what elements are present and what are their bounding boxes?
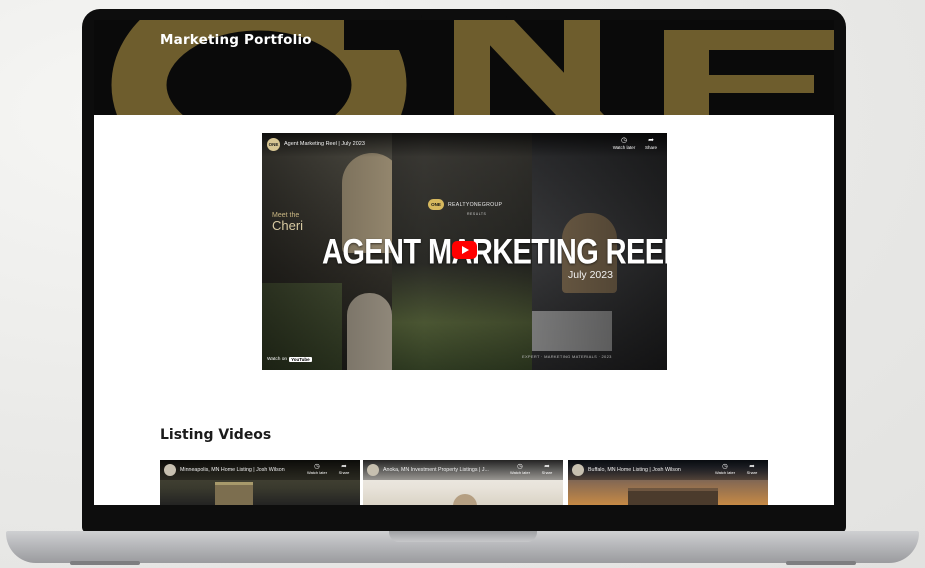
reel-date: July 2023 bbox=[568, 269, 613, 281]
brand-logo: ONE REALTYONEGROUP bbox=[428, 199, 502, 210]
share-icon: ➦ bbox=[341, 463, 347, 470]
share-label: Share bbox=[338, 470, 350, 475]
clock-icon: ◷ bbox=[314, 463, 320, 470]
video-title[interactable]: Anoka, MN Investment Property Listings |… bbox=[383, 467, 489, 473]
watch-on-label: Watch on bbox=[267, 357, 288, 362]
listing-videos-heading: Listing Videos bbox=[160, 427, 272, 443]
brand-badge: ONE bbox=[428, 199, 444, 210]
share-label: Share bbox=[644, 145, 657, 150]
watch-later-button[interactable]: ◷ Watch later bbox=[611, 137, 637, 150]
watch-later-label: Watch later bbox=[306, 470, 328, 475]
brand-name: REALTYONEGROUP bbox=[448, 201, 503, 208]
share-label: Share bbox=[746, 470, 758, 475]
share-button[interactable]: ➦ Share bbox=[638, 137, 664, 150]
channel-avatar[interactable]: ONE bbox=[267, 138, 280, 151]
share-icon: ➦ bbox=[648, 137, 654, 144]
laptop-hinge-notch bbox=[389, 531, 537, 542]
watch-later-button[interactable]: ◷ Watch later bbox=[509, 463, 531, 475]
video-title[interactable]: Buffalo, MN Home Listing | Josh Wilson bbox=[588, 467, 681, 473]
watch-on-youtube[interactable]: Watch on YouTube bbox=[267, 357, 312, 362]
brand-sub: RESULTS bbox=[467, 212, 487, 216]
share-button[interactable]: ➦ Share bbox=[333, 463, 355, 475]
share-button[interactable]: ➦ Share bbox=[741, 463, 763, 475]
share-icon: ➦ bbox=[749, 463, 755, 470]
share-button[interactable]: ➦ Share bbox=[536, 463, 558, 475]
house-shape bbox=[628, 488, 718, 505]
listing-video-3[interactable]: Buffalo, MN Home Listing | Josh Wilson ◷… bbox=[568, 460, 768, 505]
clock-icon: ◷ bbox=[620, 137, 628, 144]
share-label: Share bbox=[541, 470, 553, 475]
laptop-foot-left bbox=[70, 561, 140, 565]
video-title[interactable]: Agent Marketing Reel | July 2023 bbox=[284, 141, 365, 147]
watch-later-label: Watch later bbox=[509, 470, 531, 475]
video-side-text: Meet the Cheri bbox=[272, 211, 303, 234]
channel-avatar[interactable] bbox=[164, 464, 176, 476]
laptop-screen: Marketing Portfolio ONE Agent Marketing … bbox=[94, 20, 834, 505]
watch-later-label: Watch later bbox=[612, 145, 636, 150]
play-button[interactable] bbox=[452, 241, 477, 259]
clock-icon: ◷ bbox=[517, 463, 523, 470]
watch-later-button[interactable]: ◷ Watch later bbox=[714, 463, 736, 475]
share-icon: ➦ bbox=[544, 463, 550, 470]
youtube-logo-icon: YouTube bbox=[289, 357, 312, 362]
page-header: Marketing Portfolio bbox=[94, 20, 834, 115]
reel-video-player[interactable]: ONE Agent Marketing Reel | July 2023 ◷ W… bbox=[262, 133, 667, 370]
video-title[interactable]: Minneapolis, MN Home Listing | Josh Wils… bbox=[180, 467, 285, 473]
clock-icon: ◷ bbox=[722, 463, 728, 470]
side-name: Cheri bbox=[272, 218, 304, 233]
laptop-foot-right bbox=[786, 561, 856, 565]
video-caption: EXPERT · MARKETING MATERIALS · 2023 bbox=[522, 354, 612, 359]
listing-video-2[interactable]: Anoka, MN Investment Property Listings |… bbox=[363, 460, 563, 505]
channel-avatar[interactable] bbox=[367, 464, 379, 476]
house-shape bbox=[215, 482, 253, 505]
watch-later-button[interactable]: ◷ Watch later bbox=[306, 463, 328, 475]
listing-video-1[interactable]: Minneapolis, MN Home Listing | Josh Wils… bbox=[160, 460, 360, 505]
watch-later-label: Watch later bbox=[714, 470, 736, 475]
channel-avatar[interactable] bbox=[572, 464, 584, 476]
page-title: Marketing Portfolio bbox=[160, 32, 312, 48]
